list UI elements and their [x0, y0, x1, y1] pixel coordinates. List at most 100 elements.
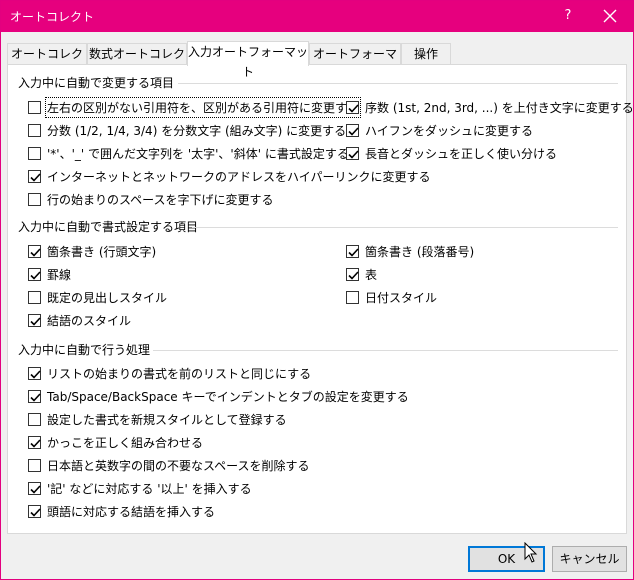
checkbox-box[interactable] — [346, 100, 359, 114]
checkbox-indent-spaces[interactable]: 行の始まりのスペースを字下げに変更する — [28, 190, 274, 208]
checkbox-long-vowel-dash[interactable]: 長音とダッシュを正しく使い分ける — [346, 144, 557, 162]
check-icon — [30, 369, 41, 379]
checkbox-label: 分数 (1/2, 1/4, 3/4) を分数文字 (組み文字) に変更する — [47, 123, 347, 138]
checkbox-numbered-list[interactable]: 箇条書き (段落番号) — [346, 242, 474, 260]
check-icon — [30, 270, 41, 280]
check-icon — [30, 484, 41, 494]
checkbox-label: 序数 (1st, 2nd, 3rd, ...) を上付き文字に変更する — [365, 100, 634, 115]
tab-autocorrect[interactable]: オートコレクト — [7, 43, 87, 81]
mouse-pointer-icon — [524, 542, 538, 563]
section-title-apply: 入力中に自動で書式設定する項目 — [18, 220, 199, 234]
checkbox-label: かっこを正しく組み合わせる — [47, 435, 204, 450]
close-icon — [603, 9, 617, 23]
checkbox-box[interactable] — [28, 290, 41, 304]
checkbox-label: 日付スタイル — [365, 290, 438, 305]
checkbox-label: 長音とダッシュを正しく使い分ける — [365, 146, 558, 161]
section-separator — [192, 227, 618, 228]
checkbox-box[interactable] — [28, 244, 41, 258]
checkbox-match-parentheses[interactable]: かっこを正しく組み合わせる — [28, 433, 203, 451]
section-title-automatically: 入力中に自動で行う処理 — [18, 343, 151, 357]
checkbox-ordinals[interactable]: 序数 (1st, 2nd, 3rd, ...) を上付き文字に変更する — [346, 98, 634, 116]
checkbox-closing-style[interactable]: 結語のスタイル — [28, 311, 131, 329]
checkbox-box[interactable] — [28, 192, 41, 206]
tab-actions[interactable]: 操作 — [401, 43, 451, 65]
checkbox-box[interactable] — [28, 504, 41, 518]
checkbox-label: 頭語に対応する結語を挿入する — [47, 504, 216, 519]
checkbox-label: 行の始まりのスペースを字下げに変更する — [47, 192, 274, 207]
checkbox-label: '記' などに対応する '以上' を挿入する — [47, 481, 252, 496]
checkbox-straight-quotes[interactable]: 左右の区別がない引用符を、区別がある引用符に変更する — [28, 96, 362, 118]
checkbox-insert-closing[interactable]: 頭語に対応する結語を挿入する — [28, 502, 215, 520]
check-icon — [30, 392, 41, 402]
checkbox-box[interactable] — [346, 123, 359, 137]
section-separator — [178, 83, 618, 84]
checkbox-label: 箇条書き (段落番号) — [365, 244, 475, 259]
check-icon — [348, 103, 359, 113]
check-icon — [30, 438, 41, 448]
checkbox-label: 既定の見出しスタイル — [47, 290, 168, 305]
checkbox-label: '*'、'_' で囲んだ文字列を '太字'、'斜体' に書式設定する — [47, 146, 349, 161]
checkbox-box[interactable] — [346, 146, 359, 160]
checkbox-label: ハイフンをダッシュに変更する — [365, 123, 534, 138]
help-button[interactable]: ? — [557, 5, 579, 27]
checkbox-box[interactable] — [28, 458, 41, 472]
checkbox-label: リストの始まりの書式を前のリストと同じにする — [47, 366, 312, 381]
title-bar: オートコレクト ? — [1, 1, 633, 32]
checkbox-heading-styles[interactable]: 既定の見出しスタイル — [28, 288, 167, 306]
checkbox-label: 設定した書式を新規スタイルとして登録する — [47, 412, 287, 427]
checkbox-insert-ijou[interactable]: '記' などに対応する '以上' を挿入する — [28, 479, 252, 497]
section-title-replace: 入力中に自動で変更する項目 — [18, 76, 175, 90]
checkbox-date-style[interactable]: 日付スタイル — [346, 288, 437, 306]
checkbox-box[interactable] — [346, 244, 359, 258]
check-icon — [30, 316, 41, 326]
checkbox-fractions[interactable]: 分数 (1/2, 1/4, 3/4) を分数文字 (組み文字) に変更する — [28, 121, 346, 139]
checkbox-tables[interactable]: 表 — [346, 265, 377, 283]
checkbox-box[interactable] — [346, 290, 359, 304]
autocorrect-dialog: オートコレクト ? オートコレクト 数式オートコレクト 入力オートフォーマット … — [0, 0, 634, 580]
check-icon — [348, 149, 359, 159]
checkbox-label: 罫線 — [47, 267, 72, 282]
tab-math-autocorrect[interactable]: 数式オートコレクト — [87, 43, 187, 81]
checkbox-hyphens[interactable]: ハイフンをダッシュに変更する — [346, 121, 533, 139]
checkbox-label: 左右の区別がない引用符を、区別がある引用符に変更する — [44, 96, 362, 118]
checkbox-tab-indent[interactable]: Tab/Space/BackSpace キーでインデントとタブの設定を変更する — [28, 387, 409, 405]
check-icon — [348, 126, 359, 136]
tab-panel: 入力中に自動で変更する項目 左右の区別がない引用符を、区別がある引用符に変更する… — [7, 64, 634, 534]
checkbox-format-list-start[interactable]: リストの始まりの書式を前のリストと同じにする — [28, 364, 311, 382]
check-icon — [30, 172, 41, 182]
check-icon — [30, 507, 41, 517]
section-separator — [153, 350, 618, 351]
checkbox-box[interactable] — [346, 267, 359, 281]
checkbox-box[interactable] — [28, 123, 41, 137]
checkbox-hyperlinks[interactable]: インターネットとネットワークのアドレスをハイパーリンクに変更する — [28, 167, 431, 185]
checkbox-bold-italic[interactable]: '*'、'_' で囲んだ文字列を '太字'、'斜体' に書式設定する — [28, 144, 349, 162]
checkbox-bulleted-list[interactable]: 箇条書き (行頭文字) — [28, 242, 156, 260]
checkbox-box[interactable] — [28, 481, 41, 495]
checkbox-label: Tab/Space/BackSpace キーでインデントとタブの設定を変更する — [47, 389, 409, 404]
checkbox-label: 日本語と英数字の間の不要なスペースを削除する — [47, 458, 310, 473]
checkbox-label: 箇条書き (行頭文字) — [47, 244, 157, 259]
check-icon — [30, 247, 41, 257]
checkbox-box[interactable] — [28, 100, 41, 114]
checkbox-box[interactable] — [28, 412, 41, 426]
checkbox-label: 表 — [365, 267, 378, 282]
tab-autoformat[interactable]: オートフォーマット — [309, 43, 401, 81]
check-icon — [348, 270, 359, 280]
checkbox-remove-spaces[interactable]: 日本語と英数字の間の不要なスペースを削除する — [28, 456, 310, 474]
checkbox-box[interactable] — [28, 389, 41, 403]
checkbox-borders[interactable]: 罫線 — [28, 265, 71, 283]
check-icon — [348, 247, 359, 257]
checkbox-box[interactable] — [28, 313, 41, 327]
checkbox-label: 結語のスタイル — [47, 313, 132, 328]
window-title: オートコレクト — [10, 10, 95, 24]
cancel-button[interactable]: キャンセル — [552, 546, 627, 572]
checkbox-box[interactable] — [28, 267, 41, 281]
checkbox-box[interactable] — [28, 146, 41, 160]
close-button[interactable] — [599, 5, 621, 27]
tab-autoformat-as-you-type[interactable]: 入力オートフォーマット — [187, 41, 309, 79]
checkbox-box[interactable] — [28, 169, 41, 183]
checkbox-box[interactable] — [28, 366, 41, 380]
checkbox-define-styles[interactable]: 設定した書式を新規スタイルとして登録する — [28, 410, 287, 428]
checkbox-box[interactable] — [28, 435, 41, 449]
checkbox-label: インターネットとネットワークのアドレスをハイパーリンクに変更する — [47, 169, 431, 184]
